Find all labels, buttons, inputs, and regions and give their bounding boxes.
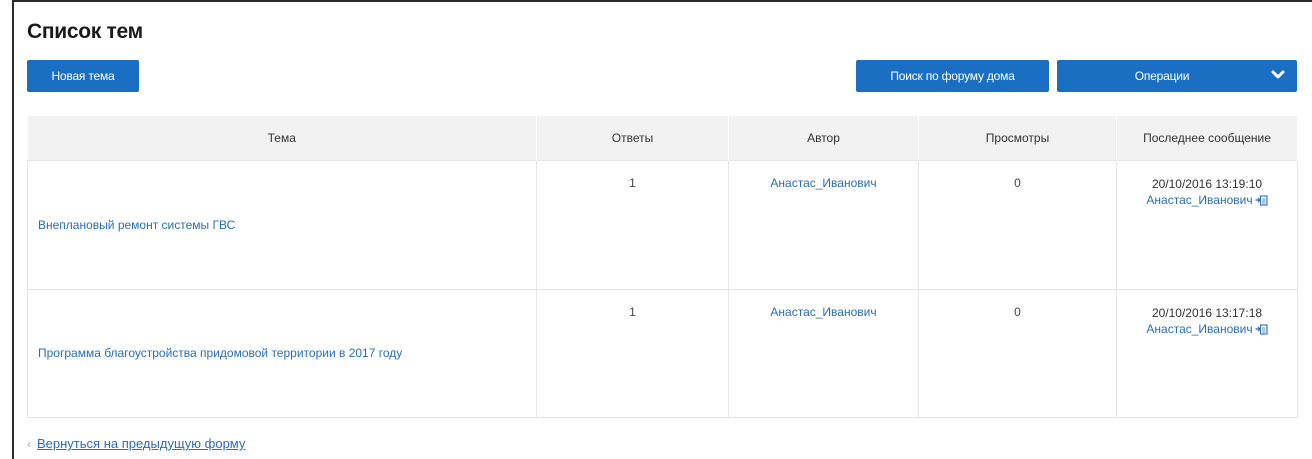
last-message-author-link[interactable]: Анастас_Иванович [1146, 321, 1252, 337]
author-cell: Анастас_Иванович [728, 288, 919, 418]
forum-search-button[interactable]: Поиск по форуму дома [856, 60, 1049, 92]
forum-search-button-label: Поиск по форуму дома [890, 69, 1015, 83]
views-cell: 0 [918, 288, 1117, 418]
topic-link[interactable]: Программа благоустройства придомовой тер… [38, 346, 402, 360]
back-arrow-icon: ‹ [27, 436, 31, 451]
back-navigation: ‹ Вернуться на предыдущую форму [27, 436, 245, 451]
author-link[interactable]: Анастас_Иванович [770, 176, 876, 190]
table-header-row: Тема Ответы Автор Просмотры Последнее со… [27, 116, 1298, 160]
page-title: Список тем [27, 20, 143, 43]
topic-link[interactable]: Внеплановый ремонт системы ГВС [38, 218, 235, 232]
column-header-author[interactable]: Автор [728, 116, 919, 160]
goto-message-icon[interactable] [1255, 323, 1268, 335]
new-topic-button-label: Новая тема [51, 69, 115, 83]
chevron-down-icon [1271, 70, 1285, 79]
topic-cell: Внеплановый ремонт системы ГВС [27, 159, 537, 290]
last-message-cell: 20/10/2016 13:17:18 Анастас_Иванович [1116, 288, 1298, 418]
topic-cell: Программа благоустройства придомовой тер… [27, 288, 537, 418]
last-message-date: 20/10/2016 13:17:18 [1151, 305, 1263, 320]
goto-message-icon[interactable] [1255, 194, 1268, 206]
table-row: Внеплановый ремонт системы ГВС 1 Анастас… [27, 159, 1298, 290]
column-header-replies[interactable]: Ответы [536, 116, 729, 160]
column-header-topic[interactable]: Тема [27, 116, 537, 160]
back-link[interactable]: Вернуться на предыдущую форму [37, 436, 245, 451]
last-message-cell: 20/10/2016 13:19:10 Анастас_Иванович [1116, 159, 1298, 290]
new-topic-button[interactable]: Новая тема [27, 60, 139, 92]
last-message-date: 20/10/2016 13:19:10 [1151, 176, 1263, 191]
replies-cell: 1 [536, 159, 729, 290]
column-header-views[interactable]: Просмотры [918, 116, 1117, 160]
column-header-last-message[interactable]: Последнее сообщение [1116, 116, 1298, 160]
author-link[interactable]: Анастас_Иванович [770, 305, 876, 319]
replies-cell: 1 [536, 288, 729, 418]
operations-dropdown-button[interactable]: Операции [1057, 60, 1297, 92]
operations-button-label: Операции [1134, 69, 1190, 83]
topics-table: Тема Ответы Автор Просмотры Последнее со… [27, 116, 1298, 418]
last-message-author-link[interactable]: Анастас_Иванович [1146, 192, 1252, 208]
views-cell: 0 [918, 159, 1117, 290]
table-row: Программа благоустройства придомовой тер… [27, 288, 1298, 418]
author-cell: Анастас_Иванович [728, 159, 919, 290]
